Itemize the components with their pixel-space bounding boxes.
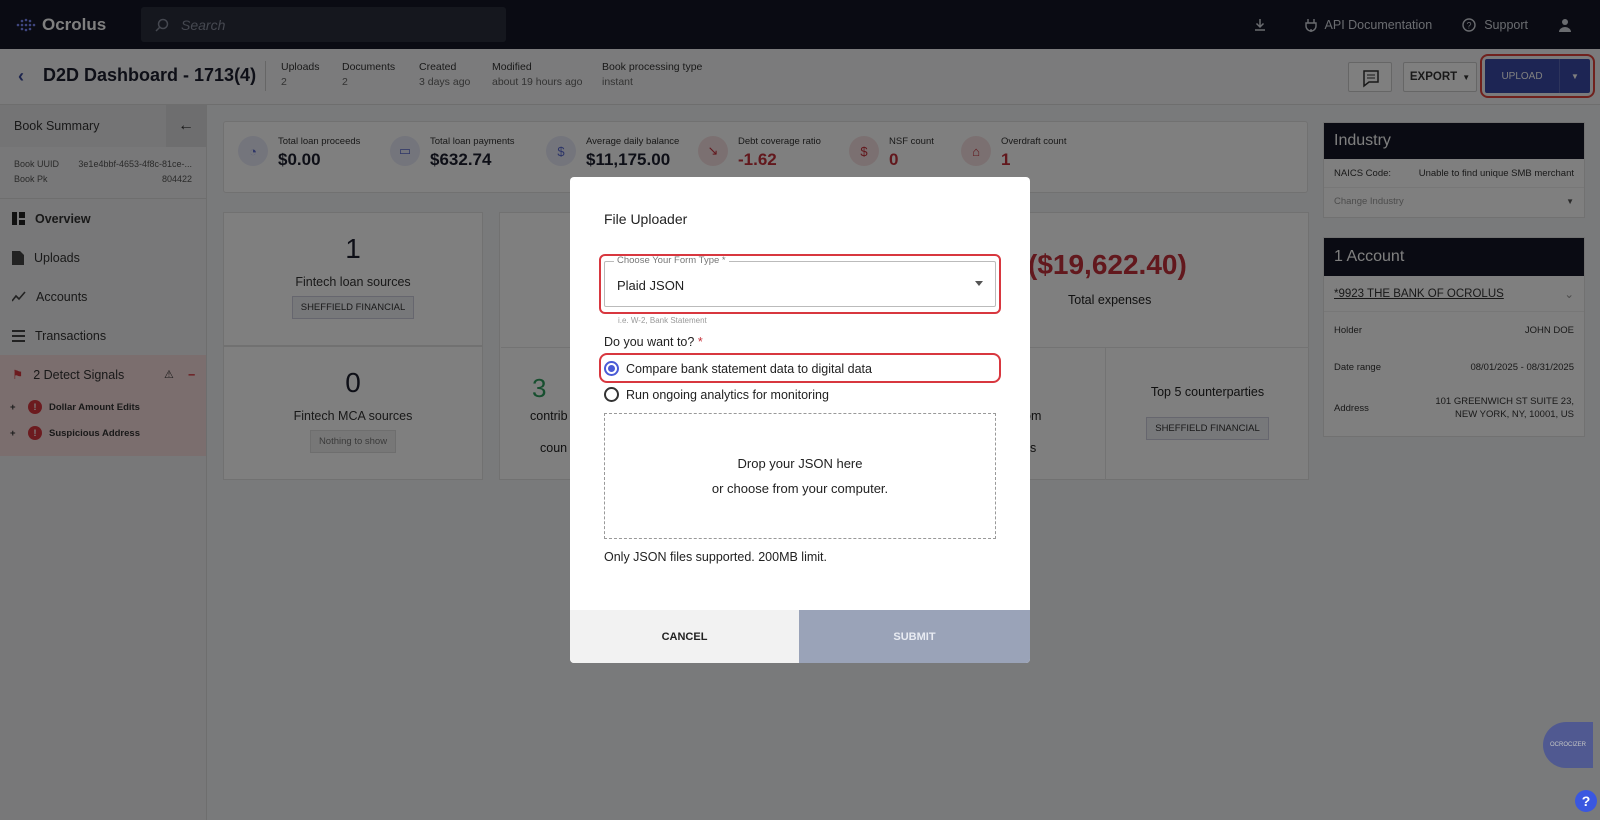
required-star: * (697, 335, 703, 349)
radio-label: Run ongoing analytics for monitoring (626, 387, 829, 402)
radio-ongoing-analytics[interactable]: Run ongoing analytics for monitoring (604, 387, 829, 402)
help-button[interactable]: ? (1575, 790, 1597, 812)
form-type-helper: i.e. W-2, Bank Statement (618, 316, 707, 325)
modal-title: File Uploader (604, 211, 688, 227)
file-drop-zone[interactable]: Drop your JSON here or choose from your … (604, 413, 996, 539)
drop-line-1: Drop your JSON here (737, 456, 863, 471)
question-label: Do you want to? * (604, 335, 703, 349)
compare-option-highlight (599, 353, 1001, 383)
ocrocizer-label: OCROCIZER (1550, 742, 1586, 748)
submit-button[interactable]: SUBMIT (799, 610, 1030, 663)
form-type-highlight (599, 254, 1001, 314)
ocrocizer-button[interactable]: OCROCIZER (1543, 722, 1593, 768)
radio-unselected-icon[interactable] (604, 387, 619, 402)
question-text: Do you want to? (604, 335, 695, 349)
cancel-button[interactable]: CANCEL (570, 610, 799, 663)
file-uploader-modal: File Uploader Choose Your Form Type * Pl… (570, 177, 1030, 663)
drop-line-2: or choose from your computer. (711, 481, 889, 496)
help-glyph: ? (1581, 793, 1591, 809)
file-limit-note: Only JSON files supported. 200MB limit. (604, 550, 827, 564)
